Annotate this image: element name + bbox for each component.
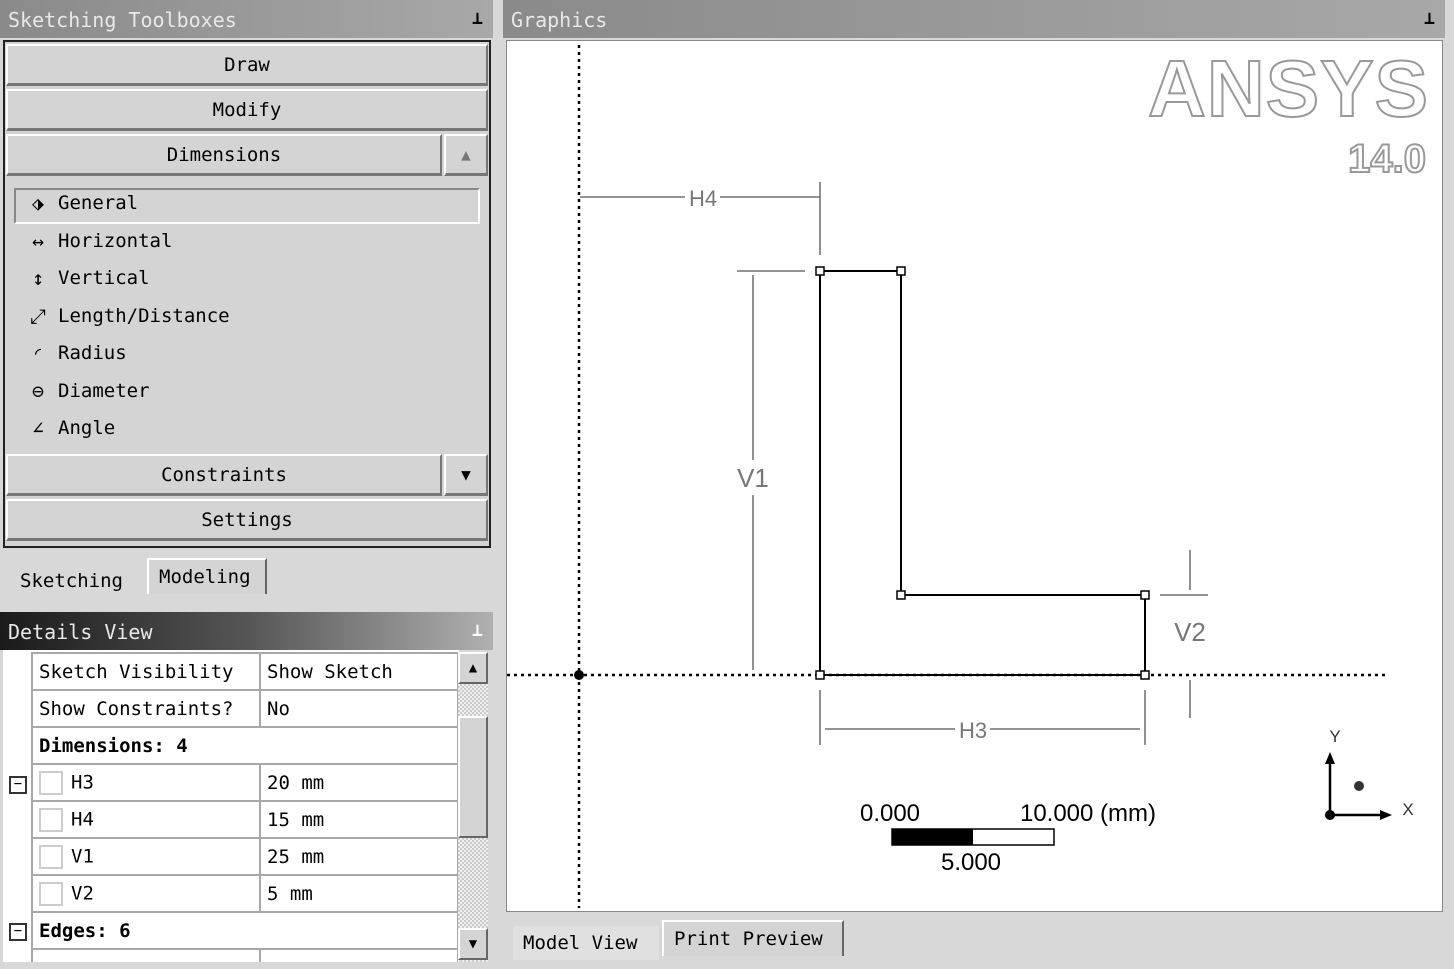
ansys-logo: ANSYS: [1148, 44, 1428, 133]
origin-point: [574, 670, 584, 680]
ansys-version: 14.0: [1348, 137, 1426, 181]
dimension-label-v2[interactable]: V2: [1174, 617, 1206, 647]
dimension-lines[interactable]: [580, 182, 1208, 745]
axis-x-label: X: [1402, 800, 1413, 819]
l-shape-profile[interactable]: [819, 270, 1146, 676]
scale-bar-fill: [892, 829, 973, 845]
scale-mid: 5.000: [941, 849, 1001, 876]
dimension-label-h4[interactable]: H4: [689, 186, 717, 211]
dimension-label-v1[interactable]: V1: [737, 463, 769, 493]
axis-y-label: Y: [1329, 727, 1340, 746]
scale-end: 10.000 (mm): [1020, 800, 1156, 827]
vertex-points[interactable]: [815, 266, 1150, 680]
dimension-label-h3[interactable]: H3: [959, 718, 987, 743]
scale-start: 0.000: [860, 800, 920, 827]
sketch-drawing: ANSYS 14.0 H4 V1 H3 V2 0.000 10.000 (mm)…: [507, 43, 1429, 908]
